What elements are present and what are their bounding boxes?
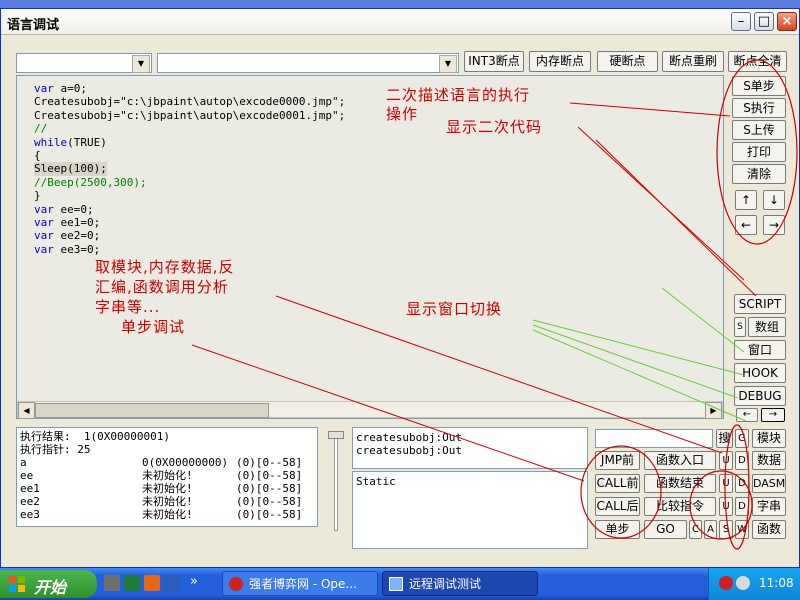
desktop-quicklaunch-icon[interactable] (104, 575, 120, 591)
opera-tray-icon[interactable] (719, 576, 733, 590)
annotation-line-1 (569, 102, 731, 117)
annotation-line-green-4 (661, 287, 745, 353)
annotation-exec-desc-line1: 二次描述语言的执行 (386, 86, 531, 104)
annotation-step-debug: 单步调试 (121, 318, 186, 336)
annotation-line-4 (275, 295, 723, 454)
taskbar-item-debug[interactable]: 远程调试测试 (382, 571, 538, 596)
start-label: 开始 (34, 578, 67, 597)
taskbar-item-browser-label: 强者博弈网 - Ope... (249, 577, 357, 591)
powerpoint-icon[interactable] (144, 575, 160, 591)
taskbar: 开始 » 强者博弈网 - Ope... 远程调试测试 11:08 (0, 568, 800, 600)
annotation-window-switch: 显示窗口切换 (406, 300, 503, 318)
annotation-line-green-2 (532, 324, 739, 399)
annotation-circle-cas (689, 470, 753, 540)
annotation-module-line2: 汇编,函数调用分析 (95, 278, 229, 296)
taskbar-item-browser[interactable]: 强者博弈网 - Ope... (222, 571, 378, 596)
excel-icon[interactable] (124, 575, 140, 591)
word-icon[interactable] (164, 575, 180, 591)
annotation-circle-jmp-call (580, 445, 662, 539)
clock[interactable]: 11:08 (759, 576, 794, 590)
annotation-module-line3: 字串等... (95, 298, 161, 316)
annotation-module-line1: 取模块,内存数据,反 (95, 258, 235, 276)
opera-icon (229, 577, 243, 591)
windows-logo-icon (8, 575, 26, 593)
app-icon (389, 577, 403, 591)
start-button[interactable]: 开始 (0, 570, 97, 598)
annotation-show-code: 显示二次代码 (446, 118, 543, 136)
annotation-circle-ud (724, 424, 750, 550)
annotation-line-green-3 (532, 329, 747, 422)
system-tray: 11:08 (708, 568, 800, 600)
annotation-line-green-1 (532, 319, 745, 376)
tray-app-icon[interactable] (736, 576, 750, 590)
taskbar-item-debug-label: 远程调试测试 (409, 577, 482, 591)
quicklaunch-expand[interactable]: » (190, 574, 198, 589)
annotation-line-5 (191, 344, 585, 482)
annotation-exec-desc-line2: 操作 (386, 105, 419, 123)
annotation-line-3 (595, 139, 757, 297)
annotation-circle-right-column (716, 59, 798, 245)
